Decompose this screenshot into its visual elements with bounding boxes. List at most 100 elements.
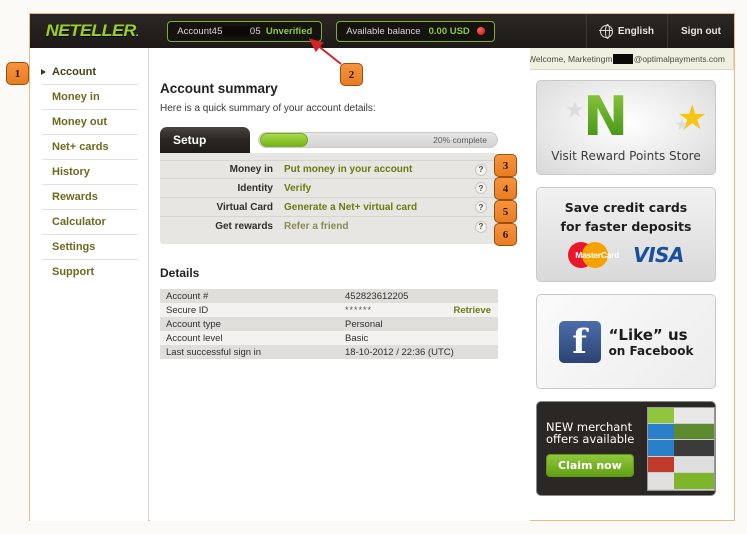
setup-rows: Money in Put money in your account ? Ide… — [160, 153, 498, 244]
tab-setup-label: Setup — [173, 133, 207, 147]
sidebar-item-label: Money in — [52, 91, 100, 103]
details-value: Basic — [345, 331, 498, 345]
sidebar-item-money-in[interactable]: Money in — [42, 85, 138, 110]
tab-setup[interactable]: Setup — [160, 127, 250, 153]
help-icon[interactable]: ? — [475, 182, 487, 194]
details-label: Account type — [160, 317, 345, 331]
sidebar-item-label: Money out — [52, 116, 107, 128]
annotation-marker-2: 2 — [340, 63, 363, 86]
facebook-text: “Like” us on Facebook — [609, 326, 694, 358]
retrieve-secure-id-link[interactable]: Retrieve — [454, 305, 492, 316]
sidebar-item-label: Calculator — [52, 216, 106, 228]
visa-logo-icon: VISA — [633, 243, 684, 267]
setup-row-action-link[interactable]: Generate a Net+ virtual card — [284, 202, 417, 213]
logo-dot: . — [135, 27, 139, 39]
details-title: Details — [160, 266, 200, 280]
sidebar-item-label: History — [52, 166, 90, 178]
sidebar-item-settings[interactable]: Settings — [42, 235, 138, 260]
annotation-marker-6: 6 — [494, 223, 517, 246]
sidebar-item-label: Net+ cards — [52, 141, 109, 153]
balance-status-dot-icon — [476, 27, 485, 35]
page-root: NETELLER. Account 45 05 Unverified Avail… — [0, 0, 747, 534]
mastercard-label: MasterCard — [575, 250, 619, 261]
marker-number: 2 — [348, 68, 355, 81]
welcome-greeting: Welcome, Marketing — [528, 53, 606, 64]
table-row: Account # 452823612205 — [160, 289, 498, 303]
sidebar-navigation: Account Money in Money out Net+ cards Hi… — [30, 48, 149, 521]
setup-progress-area: 20% complete — [250, 127, 498, 153]
sidebar-item-calculator[interactable]: Calculator — [42, 210, 138, 235]
sidebar-item-label: Account — [52, 66, 96, 78]
thumbnail-row — [648, 423, 714, 441]
user-email-redaction — [613, 53, 633, 64]
account-number-prefix: 45 — [211, 25, 223, 37]
merchant-promo-text: NEW merchant offers available Claim now — [537, 420, 645, 478]
welcome-strip: Welcome, Marketing m @optimalpayments.com — [519, 48, 734, 70]
sidebar-item-history[interactable]: History — [42, 160, 138, 185]
details-value-cell: ****** Retrieve — [345, 303, 498, 317]
thumbnail-row — [648, 407, 714, 424]
sign-out-label: Sign out — [681, 25, 721, 37]
sidebar-item-rewards[interactable]: Rewards — [42, 185, 138, 210]
setup-row-action-link[interactable]: Refer a friend — [284, 221, 348, 232]
card-brand-logos: MasterCard VISA — [568, 242, 684, 269]
available-balance-pill[interactable]: Available balance 0.00 USD — [336, 20, 495, 42]
promo-line-1: “Like” us — [608, 325, 688, 344]
mastercard-logo-icon: MasterCard — [568, 242, 626, 269]
setup-progress-bar: 20% complete — [258, 132, 498, 148]
reward-letter-n: N — [583, 84, 629, 148]
sidebar-item-support[interactable]: Support — [42, 260, 138, 284]
setup-row-label: Get rewards — [215, 221, 273, 232]
setup-panel: Setup 20% complete Money in Put money in… — [160, 127, 498, 244]
merchant-offers-thumbnail — [647, 406, 715, 491]
promo-merchant-offers[interactable]: NEW merchant offers available Claim now — [536, 401, 716, 496]
promo-line-2: offers available — [546, 432, 635, 446]
main-content: Account summary Here is a quick summary … — [150, 48, 530, 521]
claim-now-button[interactable]: Claim now — [546, 454, 634, 478]
setup-progress-label: 20% complete — [433, 135, 487, 145]
details-value: 452823612205 — [345, 289, 498, 303]
marker-number: 1 — [14, 67, 21, 80]
sidebar-item-label: Rewards — [52, 191, 98, 203]
marker-number: 5 — [502, 205, 509, 218]
setup-row-action-link[interactable]: Verify — [284, 183, 311, 194]
account-label: Account — [177, 25, 212, 37]
thumbnail-row — [648, 440, 714, 457]
facebook-icon: f — [558, 320, 601, 363]
help-icon[interactable]: ? — [475, 163, 487, 176]
facebook-letter: f — [572, 321, 587, 362]
annotation-marker-1: 1 — [6, 62, 29, 85]
setup-row-label: Identity — [237, 182, 273, 194]
secure-id-masked-value: ****** — [345, 304, 373, 315]
setup-row-action-link[interactable]: Put money in your account — [284, 164, 412, 175]
promo-reward-points-store[interactable]: ★ ★ N Visit Reward Points Store — [536, 80, 716, 175]
promo-line-2: for faster deposits — [560, 219, 692, 234]
thumbnail-row — [648, 473, 714, 490]
page-subtitle: Here is a quick summary of your account … — [160, 103, 376, 114]
sidebar-item-label: Settings — [52, 241, 96, 253]
sign-out-button[interactable]: Sign out — [667, 14, 734, 48]
neteller-logo[interactable]: NETELLER. — [46, 21, 139, 41]
language-label: English — [617, 25, 654, 37]
setup-row-money-in: Money in Put money in your account ? — [160, 160, 498, 179]
account-number-redaction — [222, 25, 250, 37]
promotions-column: ★ ★ N Visit Reward Points Store Save cre… — [536, 80, 726, 508]
annotation-marker-4: 4 — [494, 177, 517, 200]
help-icon[interactable]: ? — [475, 201, 487, 213]
sidebar-item-money-out[interactable]: Money out — [42, 110, 138, 135]
sidebar-item-account[interactable]: Account — [41, 60, 138, 85]
language-selector[interactable]: English — [585, 14, 667, 48]
promo-save-credit-cards[interactable]: Save credit cards for faster deposits Ma… — [536, 187, 716, 282]
details-label: Account level — [160, 331, 345, 345]
annotation-marker-5: 5 — [494, 200, 517, 223]
help-icon[interactable]: ? — [475, 220, 487, 233]
sidebar-item-net-plus-cards[interactable]: Net+ cards — [42, 135, 138, 160]
account-status-pill[interactable]: Account 45 05 Unverified — [167, 20, 323, 42]
promo-facebook-like[interactable]: f “Like” us on Facebook — [536, 294, 716, 389]
thumbnail-row — [648, 456, 714, 474]
balance-amount: 0.00 USD — [428, 25, 470, 37]
details-value: 18-10-2012 / 22:36 (UTC) — [345, 345, 498, 359]
user-email-suffix: @optimalpayments.com — [633, 53, 725, 64]
user-email-prefix: m — [605, 53, 613, 64]
setup-row-label: Virtual Card — [216, 201, 274, 213]
